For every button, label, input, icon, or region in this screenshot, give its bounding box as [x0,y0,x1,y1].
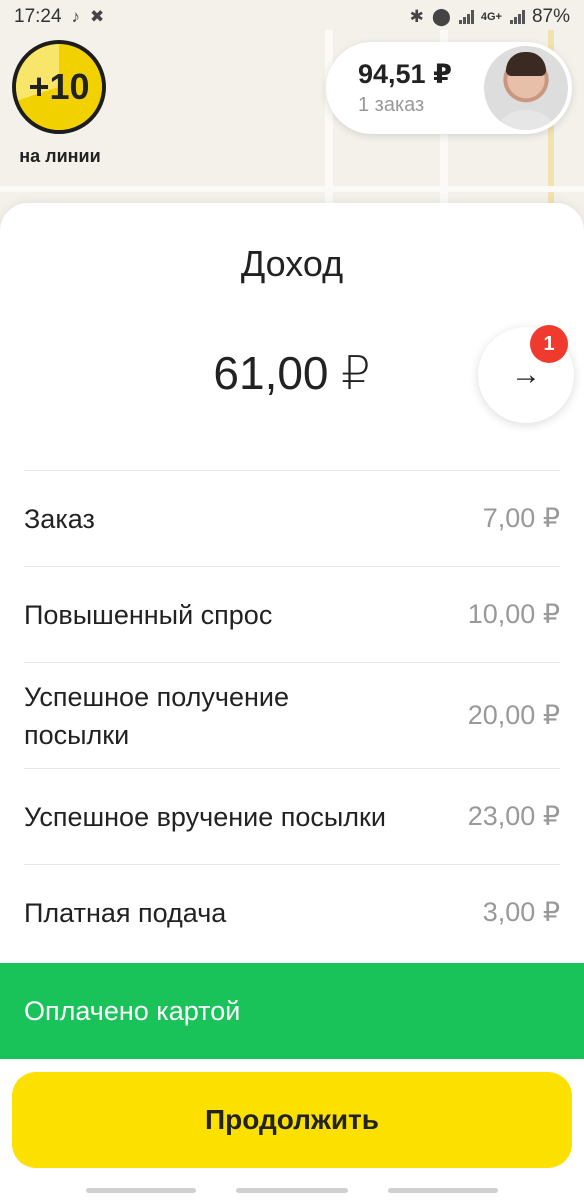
line-status-badge[interactable]: +10 на линии [12,40,108,167]
income-row: Заказ 7,00 ₽ [24,470,560,566]
notification-badge: 1 [530,325,568,363]
income-row: Успешное получение посылки 20,00 ₽ [24,662,560,768]
avatar[interactable] [484,46,568,130]
income-row-label: Успешное получение посылки [24,681,289,750]
income-row-label: Платная подача [24,897,227,928]
income-breakdown-list: Заказ 7,00 ₽ Повышенный спрос 10,00 ₽ Ус… [24,470,560,960]
earnings-pill[interactable]: 94,51 ₽ 1 заказ [326,42,572,134]
payment-status-bar: Оплачено картой [0,963,584,1059]
income-row-value: 20,00 ₽ [467,700,560,730]
income-row: Повышенный спрос 10,00 ₽ [24,566,560,662]
income-row-value: 10,00 ₽ [467,599,560,629]
nav-recent[interactable] [86,1188,196,1193]
bluetooth-icon: ✱ [409,7,424,26]
income-sheet: Доход 61,00 ₽ → 1 Заказ 7,00 ₽ Повышенны… [0,203,584,1200]
arrow-right-icon: → [511,358,541,391]
sheet-title: Доход [240,243,344,284]
income-row-label: Успешное вручение посылки [24,801,386,832]
location-icon: ⬤ [431,7,451,26]
music-note-icon: ♪ [71,7,81,26]
nav-back[interactable] [388,1188,498,1193]
orders-count: 1 заказ [358,94,425,116]
network-type: 4G+ [480,11,502,23]
income-row-label: Повышенный спрос [24,599,273,630]
activity-value: +10 [28,66,90,107]
status-time: 17:24 [14,6,62,27]
activity-ring[interactable]: +10 [12,40,106,134]
signal-icon [509,10,525,24]
signal-icon [458,10,474,24]
income-row-value: 3,00 ₽ [482,897,560,927]
income-row: Успешное вручение посылки 23,00 ₽ [24,768,560,864]
map-road [0,186,584,192]
payment-status-text: Оплачено картой [24,995,241,1026]
battery-percent: 87% [531,6,570,27]
app-icon: ✖ [90,7,105,26]
system-nav-bar [0,1185,584,1200]
earnings-amount: 94,51 ₽ [358,59,452,89]
status-bar: 17:24 ♪ ✖ ✱ ⬤ 4G+ 87% [0,0,584,34]
line-status-label: на линии [19,146,101,166]
income-row: Платная подача 3,00 ₽ [24,864,560,960]
continue-button-label: Продолжить [205,1104,379,1135]
nav-home[interactable] [236,1188,348,1193]
income-row-value: 7,00 ₽ [482,503,560,533]
income-row-value: 23,00 ₽ [467,801,560,831]
continue-button[interactable]: Продолжить [12,1072,572,1168]
income-row-label: Заказ [24,503,95,534]
